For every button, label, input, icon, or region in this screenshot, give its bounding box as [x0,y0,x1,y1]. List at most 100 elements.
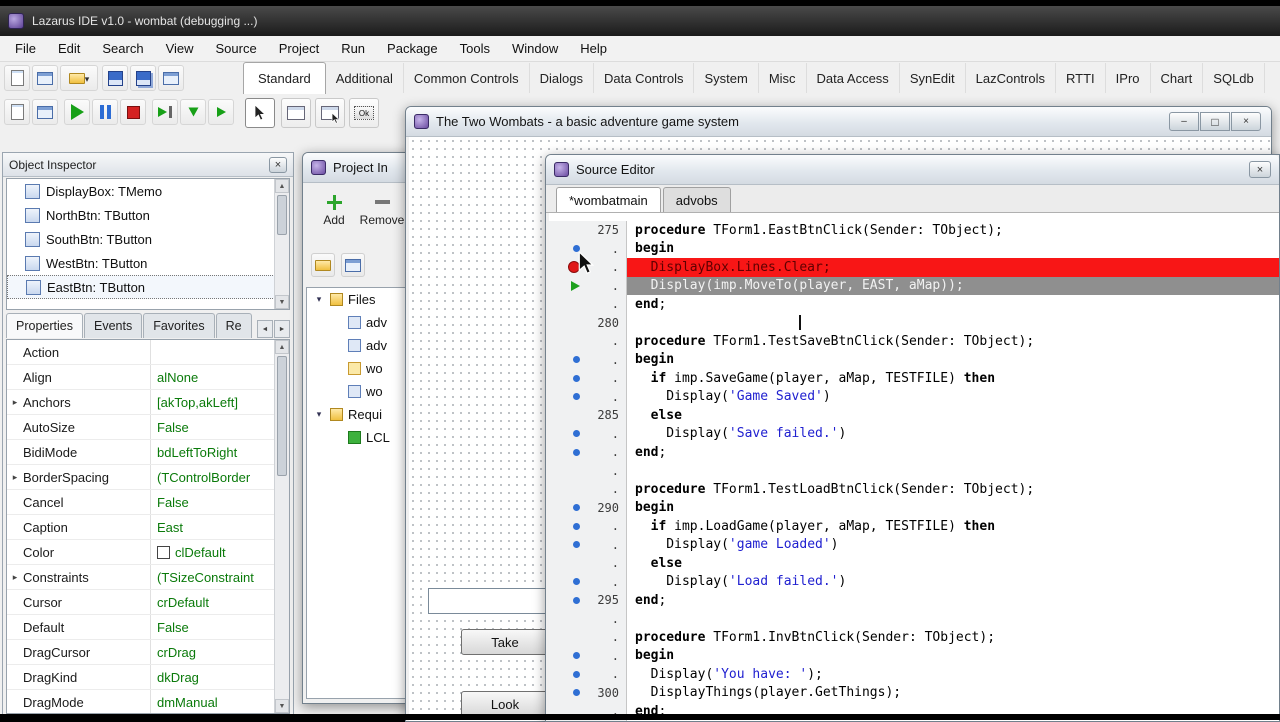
add-button[interactable]: Add [311,187,357,235]
select-tool-button[interactable] [245,98,275,128]
code-text[interactable] [627,462,1279,481]
code-text[interactable]: begin [627,351,1279,370]
property-row[interactable]: Action [7,340,289,365]
menu-item-view[interactable]: View [155,37,205,60]
menu-item-package[interactable]: Package [376,37,449,60]
property-value[interactable]: dmManual [151,690,289,713]
palette-tab-common-controls[interactable]: Common Controls [404,63,530,93]
menu-item-window[interactable]: Window [501,37,569,60]
property-value[interactable]: crDrag [151,640,289,664]
scroll-down-icon[interactable] [275,699,289,713]
property-value[interactable]: False [151,615,289,639]
gutter-marks[interactable] [549,609,583,628]
property-value[interactable]: (TSizeConstraint [151,565,289,589]
code-line[interactable]: . [549,461,1279,481]
code-text[interactable]: procedure TForm1.TestLoadBtnClick(Sender… [627,480,1279,499]
code-text[interactable]: Display('You have: '); [627,665,1279,684]
pi-options-button[interactable] [311,253,335,277]
code-line[interactable]: . end; [549,443,1279,462]
code-line[interactable]: . else [549,554,1279,573]
run-button[interactable] [64,99,90,125]
code-text[interactable]: begin [627,499,1279,518]
gutter-marks[interactable] [549,646,583,665]
gutter-marks[interactable] [549,295,583,314]
code-line[interactable]: 275 procedure TForm1.EastBtnClick(Sender:… [549,221,1279,240]
gutter-marks[interactable] [549,480,583,499]
code-line[interactable]: . Display('game Loaded') [549,535,1279,555]
palette-tab-chart[interactable]: Chart [1151,63,1204,93]
gutter-marks[interactable] [549,221,583,240]
object-inspector-title-bar[interactable]: Object Inspector [3,153,293,177]
code-text[interactable]: DisplayThings(player.GetThings); [627,684,1279,703]
save-all-button[interactable] [130,65,156,91]
change-build-mode-button[interactable] [158,65,184,91]
form-edit-box[interactable] [428,588,552,614]
code-text[interactable]: end; [627,591,1279,610]
code-line[interactable]: . begin [549,646,1279,666]
gutter-marks[interactable] [549,424,583,443]
property-value[interactable]: bdLeftToRight [151,440,289,464]
run-to-cursor-button[interactable] [208,99,234,125]
property-row[interactable]: Color clDefault [7,540,289,565]
property-row[interactable]: DragCursor crDrag [7,640,289,665]
gutter-marks[interactable] [549,535,583,554]
code-text[interactable]: procedure TForm1.EastBtnClick(Sender: TO… [627,221,1279,240]
code-line[interactable]: . Display('Save failed.') [549,424,1279,443]
code-line[interactable]: . begin [549,239,1279,258]
expand-icon[interactable] [313,294,325,305]
code-text[interactable]: Display('Game Saved') [627,388,1279,407]
oi-tab-favorites[interactable]: Favorites [143,313,215,338]
code-text[interactable] [627,314,1279,333]
gutter-marks[interactable] [549,683,583,702]
property-row[interactable]: DragMode dmManual [7,690,289,713]
oi-grid-scrollbar[interactable] [274,340,289,713]
gutter-marks[interactable] [549,665,583,684]
code-line[interactable]: . procedure TForm1.TestSaveBtnClick(Sende… [549,332,1279,351]
tab-scroll-right-icon[interactable] [274,320,290,338]
property-value[interactable]: False [151,490,289,514]
scroll-up-icon[interactable] [275,179,289,193]
code-text[interactable]: Display('game Loaded') [627,536,1279,555]
object-inspector-close-button[interactable] [269,156,287,173]
property-row[interactable]: Cancel False [7,490,289,515]
code-line[interactable]: 280 [549,313,1279,333]
gutter-marks[interactable] [549,387,583,406]
menu-item-edit[interactable]: Edit [47,37,91,60]
code-line[interactable]: 300 DisplayThings(player.GetThings); [549,683,1279,703]
property-value[interactable]: clDefault [151,540,289,564]
gutter-marks[interactable] [549,554,583,573]
oi-tree-scrollbar[interactable] [274,179,289,309]
tab-scroll-left-icon[interactable] [257,320,273,338]
maximize-button[interactable] [1200,112,1230,131]
code-line[interactable]: . begin [549,350,1279,370]
code-text[interactable]: end; [627,443,1279,462]
pi-filter-button[interactable] [341,253,365,277]
code-line[interactable]: . procedure TForm1.TestLoadBtnClick(Sende… [549,480,1279,499]
oi-tab-events[interactable]: Events [83,313,143,338]
tbutton-palette-button[interactable]: Ok [349,98,379,128]
property-row[interactable]: DragKind dkDrag [7,665,289,690]
oi-tab-properties[interactable]: Properties [6,313,83,338]
code-text[interactable]: else [627,406,1279,425]
property-value[interactable]: East [151,515,289,539]
open-button[interactable] [60,65,98,91]
code-text[interactable]: begin [627,647,1279,666]
property-row[interactable]: BorderSpacing (TControlBorder [7,465,289,490]
palette-tab-dialogs[interactable]: Dialogs [530,63,594,93]
code-line[interactable]: . procedure TForm1.InvBtnClick(Sender: TO… [549,628,1279,647]
code-line[interactable]: . end; [549,295,1279,314]
code-lines[interactable]: 275 procedure TForm1.EastBtnClick(Sender:… [549,213,1279,721]
code-line[interactable]: 295 end; [549,591,1279,610]
palette-tab-standard[interactable]: Standard [243,62,326,94]
form-title-bar[interactable]: The Two Wombats - a basic adventure game… [406,107,1271,137]
menu-item-help[interactable]: Help [569,37,618,60]
gutter-marks[interactable] [549,443,583,462]
property-value[interactable] [151,340,289,364]
property-row[interactable]: Caption East [7,515,289,540]
tpopupmenu-palette-button[interactable] [315,98,345,128]
code-text[interactable]: if imp.LoadGame(player, aMap, TESTFILE) … [627,517,1279,536]
gutter-marks[interactable] [549,628,583,647]
property-row[interactable]: Anchors [akTop,akLeft] [7,390,289,415]
gutter-marks[interactable] [549,591,583,610]
view-forms-button[interactable] [32,99,58,125]
